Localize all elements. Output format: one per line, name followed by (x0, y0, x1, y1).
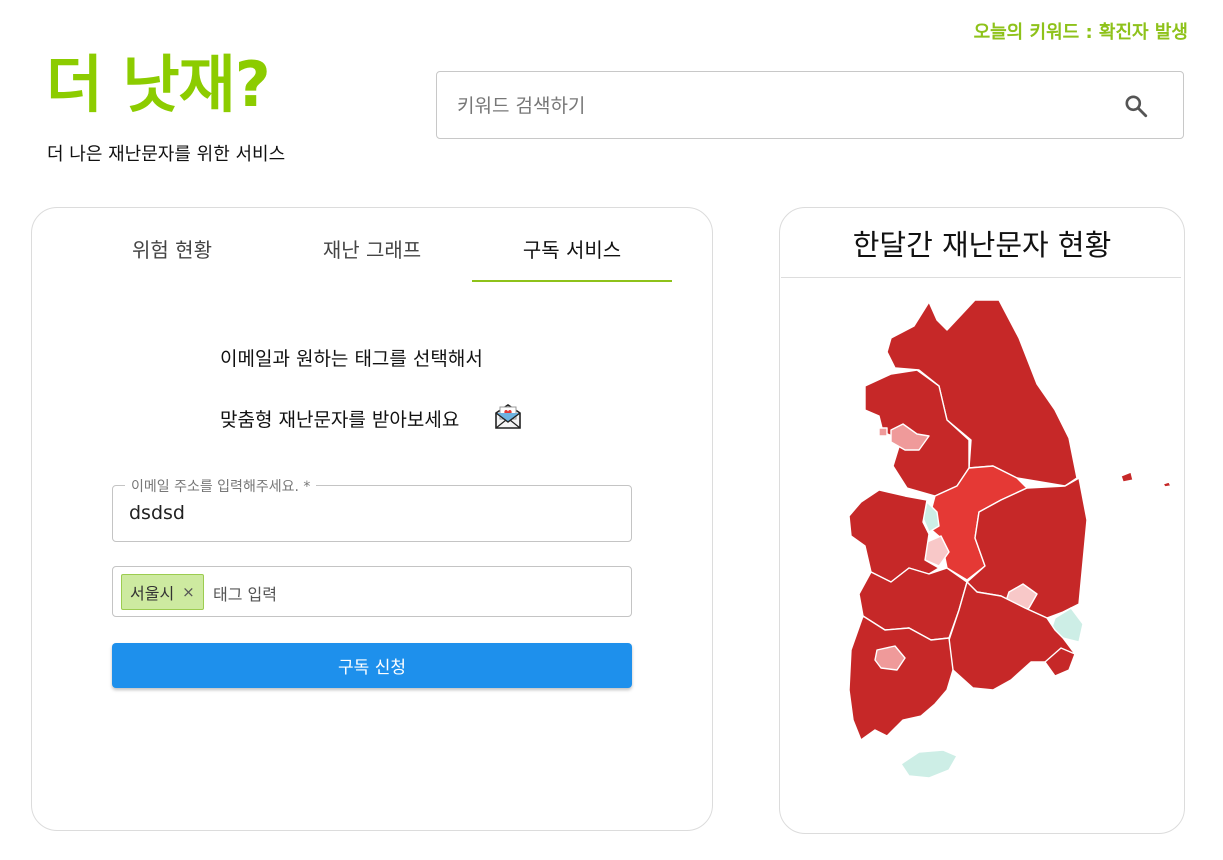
tab-disaster-graph[interactable]: 재난 그래프 (272, 234, 472, 263)
love-letter-icon (495, 404, 521, 429)
tagline: 더 나은 재난문자를 위한 서비스 (47, 144, 286, 165)
active-tab-indicator (472, 280, 672, 282)
search-icon[interactable] (1123, 93, 1149, 119)
subscribe-button[interactable]: 구독 신청 (112, 643, 632, 688)
logo[interactable]: 더 낫재? (46, 54, 271, 116)
map-title: 한달간 재난문자 현황 (852, 228, 1112, 262)
region-chungnam[interactable] (848, 489, 940, 583)
search-input[interactable] (455, 88, 1099, 124)
region-jeju[interactable] (900, 749, 958, 779)
email-field-value[interactable]: dsdsd (129, 502, 185, 524)
tag-input[interactable]: 태그 입력 (213, 581, 277, 605)
email-field[interactable]: 이메일 주소를 입력해주세요. * dsdsd (112, 476, 632, 542)
korea-map (848, 299, 1172, 779)
tag-chip-label: 서울시 (130, 584, 175, 603)
subscribe-intro-line2: 맞춤형 재난문자를 받아보세요 (220, 409, 460, 431)
region-dokdo[interactable] (1162, 481, 1172, 488)
tab-subscribe-service[interactable]: 구독 서비스 (472, 234, 672, 263)
region-incheon-island[interactable] (878, 427, 888, 437)
email-field-label: 이메일 주소를 입력해주세요. * (125, 476, 317, 496)
search-bar (436, 71, 1184, 139)
tag-chip: 서울시 × (121, 574, 204, 610)
subscribe-intro-line1: 이메일과 원하는 태그를 선택해서 (220, 348, 483, 370)
map-divider (781, 277, 1181, 278)
region-ulleungdo[interactable] (1120, 471, 1134, 483)
tab-risk-status[interactable]: 위험 현황 (72, 234, 272, 263)
today-keyword: 오늘의 키워드 : 확진자 발생 (973, 22, 1188, 43)
tag-remove-icon[interactable]: × (182, 583, 195, 601)
tag-field[interactable]: 서울시 × 태그 입력 (112, 566, 632, 617)
